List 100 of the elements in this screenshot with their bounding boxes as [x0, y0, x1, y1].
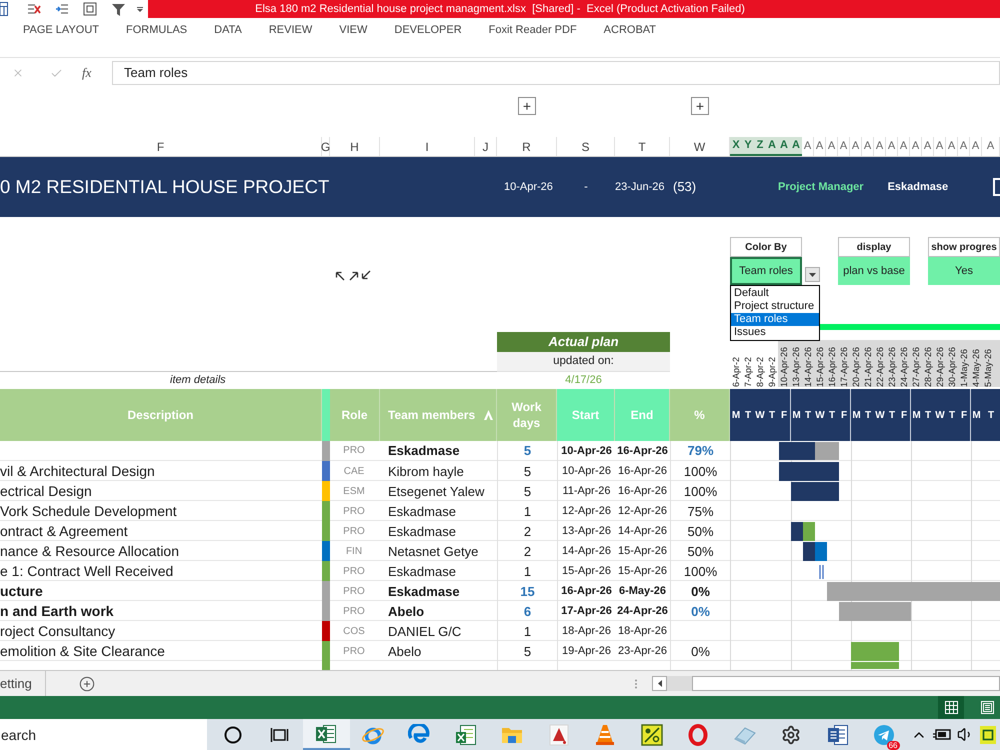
column-header[interactable]: A	[922, 137, 934, 156]
weekday-label: T	[888, 408, 896, 422]
setting-value[interactable]: Team roles	[730, 257, 802, 285]
filter-icon[interactable]	[112, 2, 125, 16]
horizontal-scrollbar[interactable]	[692, 676, 1000, 691]
column-header[interactable]: A	[910, 137, 922, 156]
ribbon-tab[interactable]: REVIEW	[268, 22, 312, 38]
column-header[interactable]: A	[874, 137, 886, 156]
ribbon-tab[interactable]: DEVELOPER	[394, 22, 462, 38]
role-code: CAE	[344, 465, 364, 479]
start-date: 12-Apr-26	[562, 504, 611, 520]
dropdown-button[interactable]	[805, 267, 820, 282]
column-header[interactable]: A	[886, 137, 898, 156]
ribbon-tab[interactable]: PAGE LAYOUT	[23, 22, 100, 38]
team-member: Abelo	[388, 602, 424, 621]
column-header[interactable]: A	[850, 137, 862, 156]
battery-icon[interactable]	[932, 728, 952, 742]
scroll-left-button[interactable]	[652, 676, 667, 691]
column-header[interactable]: X	[730, 137, 742, 156]
weekday-label: M	[732, 408, 740, 422]
column-header[interactable]: A	[958, 137, 970, 156]
spreadsheet-icon	[315, 722, 338, 744]
team-member: Abelo	[388, 642, 422, 661]
start-date: 13-Apr-26	[562, 524, 611, 540]
dropdown-option[interactable]: Team roles	[731, 313, 819, 326]
start-date: 10-Apr-26	[561, 444, 612, 458]
column-header[interactable]: A	[946, 137, 958, 156]
setting-label: Color By	[730, 237, 802, 257]
date-header: 13-Apr-26	[790, 340, 802, 387]
dropdown-option[interactable]: Project structure	[731, 300, 819, 313]
column-header[interactable]: G	[322, 137, 330, 156]
column-header[interactable]: I	[380, 137, 475, 156]
column-header[interactable]: A	[814, 137, 826, 156]
caret-icon[interactable]	[137, 6, 143, 12]
date-header: 16-Apr-26	[826, 340, 838, 387]
setting-value[interactable]: plan vs base	[838, 257, 910, 285]
date-header: 1-May-26	[958, 340, 970, 387]
table-icon[interactable]	[0, 2, 8, 16]
formula-field[interactable]: Team roles	[112, 61, 1000, 85]
column-header[interactable]: A	[862, 137, 874, 156]
column-header[interactable]: T	[615, 137, 670, 156]
updated-date: 4/17/26	[565, 373, 602, 388]
view-button[interactable]	[938, 696, 964, 719]
frame-icon[interactable]	[83, 2, 97, 16]
function-button[interactable]: fx	[82, 63, 92, 83]
taskbar-app[interactable]: 66	[861, 719, 908, 750]
column-header[interactable]: Y	[742, 137, 754, 156]
tray-app-icon[interactable]	[980, 726, 996, 744]
ribbon-tab[interactable]: Foxit Reader PDF	[488, 22, 577, 38]
end-date: 16-Apr-26	[617, 444, 668, 458]
column-header[interactable]: A	[970, 137, 982, 156]
weekday-label: T	[864, 408, 872, 422]
search-field[interactable]: earch	[0, 719, 207, 750]
column-header[interactable]: A	[778, 137, 790, 156]
scroll-thumb[interactable]	[667, 676, 692, 691]
dropdown-option[interactable]: Default	[731, 287, 819, 300]
completed-bar	[791, 482, 839, 501]
dropdown-option[interactable]: Issues	[731, 326, 819, 339]
ribbon-tab[interactable]: FORMULAS	[126, 22, 188, 38]
gear-icon	[781, 724, 802, 744]
date-header: 29-Apr-26	[934, 340, 946, 387]
column-header[interactable]: A	[790, 137, 802, 156]
end-date: 15-Apr-26	[618, 544, 667, 560]
column-header[interactable]: H	[330, 137, 380, 156]
work-days: 5	[524, 462, 532, 482]
column-header[interactable]: A	[898, 137, 910, 156]
column-header[interactable]: A	[802, 137, 814, 156]
expand-group-button[interactable]: +	[518, 97, 536, 115]
percent-complete: 50%	[687, 522, 714, 541]
ribbon-tab[interactable]: VIEW	[339, 22, 368, 38]
date-header: 30-Apr-26	[946, 340, 958, 387]
column-header[interactable]: F	[0, 137, 322, 156]
percent-complete: 0%	[691, 602, 710, 621]
column-header[interactable]: A	[838, 137, 850, 156]
role-code: PRO	[343, 525, 365, 539]
add-sheet-icon[interactable]	[78, 676, 95, 692]
expand-group-button[interactable]: +	[691, 97, 709, 115]
start-date: 19-Apr-26	[562, 644, 611, 660]
setting-value[interactable]: Yes	[928, 257, 1000, 285]
insert-rows-icon[interactable]	[55, 2, 69, 16]
completed-bar	[803, 542, 815, 561]
column-header[interactable]: Z	[754, 137, 766, 156]
delete-rows-icon[interactable]	[27, 2, 41, 16]
date-header: 20-Apr-26	[850, 340, 862, 387]
ring-icon	[224, 726, 242, 744]
ribbon-tab[interactable]: ACROBAT	[604, 22, 656, 38]
column-header[interactable]: A	[982, 137, 1000, 156]
column-header[interactable]: A	[934, 137, 946, 156]
column-header[interactable]: A	[766, 137, 778, 156]
traffic-cone-icon	[595, 724, 616, 746]
start-date: 10-Apr-26	[504, 180, 553, 195]
eraser-icon	[732, 724, 757, 744]
column-header[interactable]: R	[497, 137, 557, 156]
column-header[interactable]: J	[475, 137, 497, 156]
remaining-bar	[815, 442, 839, 460]
column-header[interactable]: A	[826, 137, 838, 156]
work-days: 2	[524, 542, 532, 562]
role-code: FIN	[346, 545, 362, 559]
column-header[interactable]: S	[557, 137, 615, 156]
ribbon-tab[interactable]: DATA	[214, 22, 242, 38]
